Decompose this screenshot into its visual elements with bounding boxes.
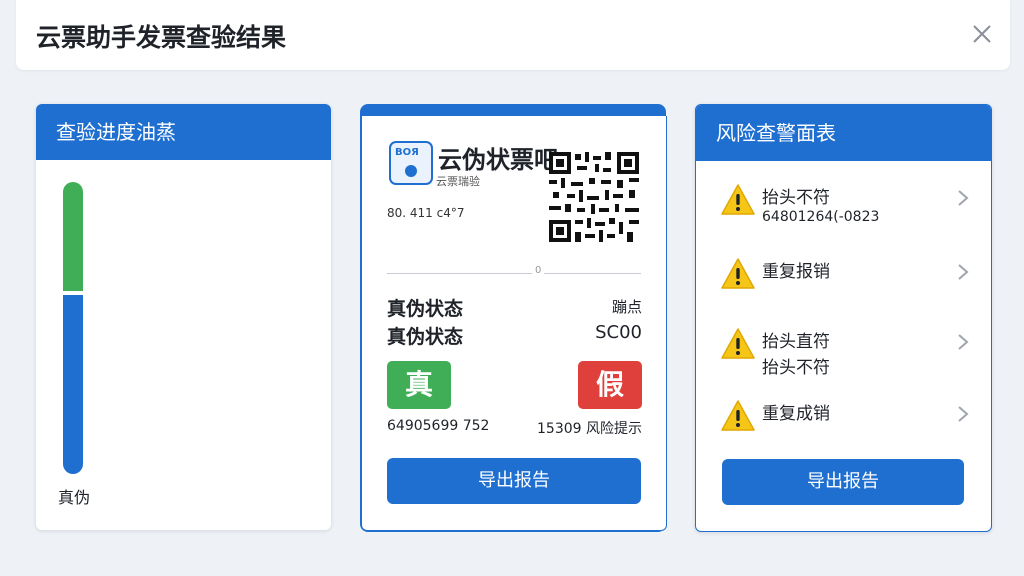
fake-badge[interactable]: 假 (578, 361, 642, 409)
risk-panel: 风险查警面表 抬头不符 64801264(-0823 重复报销 抬头直符 抬头不… (695, 104, 992, 532)
risk-item-title: 抬头不符 (762, 188, 830, 208)
qr-code-icon (549, 152, 639, 242)
risk-panel-title: 风险查警面表 (696, 105, 991, 161)
invoice-number: 64905699 752 (387, 418, 490, 434)
risk-item-detail: 64801264(-0823 (762, 209, 880, 225)
warning-icon (721, 328, 755, 359)
invoice-code: 80. 411 c4°7 (387, 206, 465, 220)
close-icon[interactable] (968, 20, 996, 48)
risk-item[interactable]: 抬头直符 抬头不符 (696, 327, 991, 387)
status-value-1: 蹦点 (611, 298, 642, 316)
progress-segment-green (63, 182, 83, 291)
risk-item-title: 重复报销 (762, 262, 830, 282)
authentic-badge[interactable]: 真 (387, 361, 451, 409)
warning-icon (721, 258, 755, 289)
brand-subtitle: 云票瑞验 (436, 175, 480, 188)
logo-dot-icon (405, 165, 417, 177)
chevron-right-icon (958, 406, 969, 422)
invoice-card: BOЯ 云伪状票吧 云票瑞验 80. 411 c4°7 0 真伪状态 蹦点 真伪… (361, 116, 667, 531)
progress-segment-blue (63, 295, 83, 474)
page-title: 云票助手发票查验结果 (36, 23, 287, 52)
progress-panel-title: 查验进度油蒸 (36, 104, 331, 160)
chevron-right-icon (958, 190, 969, 206)
risk-item-title: 重复成销 (762, 404, 830, 424)
status-label-2: 真伪状态 (387, 326, 464, 348)
chevron-right-icon (958, 264, 969, 280)
risk-hint: 15309 风险提示 (537, 421, 642, 437)
risk-item[interactable]: 抬头不符 64801264(-0823 (696, 183, 991, 243)
brand-title: 云伪状票吧 (438, 146, 558, 174)
status-value-2: SC00 (595, 322, 642, 343)
export-report-button[interactable]: 导出报告 (722, 459, 964, 505)
progress-panel: 查验进度油蒸 真伪 (36, 104, 331, 530)
divider-label: 0 (532, 265, 545, 276)
dialog-header: 云票助手发票查验结果 (16, 0, 1010, 70)
logo-text: BOЯ (395, 147, 419, 158)
chevron-right-icon (958, 334, 969, 350)
risk-item[interactable]: 重复成销 (696, 399, 991, 459)
export-report-button[interactable]: 导出报告 (387, 458, 641, 504)
status-label-1: 真伪状态 (387, 298, 464, 320)
risk-item-detail: 抬头不符 (762, 358, 830, 378)
app-logo: BOЯ (389, 141, 433, 185)
warning-icon (721, 184, 755, 215)
divider (387, 273, 641, 274)
progress-footer-label: 真伪 (58, 488, 91, 507)
risk-item-title: 抬头直符 (762, 332, 830, 352)
progress-bar (63, 182, 83, 474)
risk-item[interactable]: 重复报销 (696, 257, 991, 317)
warning-icon (721, 400, 755, 431)
